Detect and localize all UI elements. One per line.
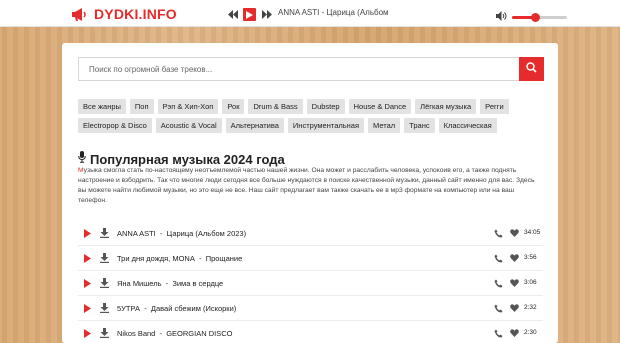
download-icon[interactable] <box>100 278 109 290</box>
track-separator: - <box>159 229 163 238</box>
heart-icon[interactable] <box>510 254 519 264</box>
track-list: ANNA ASTI - Царица (Альбом 2023) 34:05 Три… <box>78 221 543 343</box>
play-icon[interactable] <box>84 229 91 240</box>
logo[interactable]: DYDKI.INFO <box>71 6 177 22</box>
genre-button[interactable]: House & Dance <box>348 99 412 114</box>
megaphone-icon <box>71 7 89 22</box>
heart-icon[interactable] <box>510 279 519 289</box>
track-artist: Яна Мишель <box>117 279 162 288</box>
heart-icon[interactable] <box>510 329 519 339</box>
download-icon[interactable] <box>100 228 109 240</box>
genre-row: Electropop & Disco Acoustic & Vocal Альтер… <box>78 118 538 133</box>
download-icon[interactable] <box>100 303 109 315</box>
page-title: Популярная музыка 2024 года <box>90 151 285 167</box>
player-controls <box>226 8 273 21</box>
now-playing-text: ANNA ASTI - Царица (Альбом <box>278 8 389 17</box>
track-title[interactable]: Nikos Band - GEORGIAN DISCO <box>117 329 232 338</box>
track-artist: 5УТРА <box>117 304 141 313</box>
track-row[interactable]: Яна Мишель - Зима в сердце 3:06 <box>78 271 543 296</box>
track-duration: 2:32 <box>524 304 537 311</box>
volume-control[interactable] <box>496 8 567 26</box>
previous-icon[interactable] <box>226 9 238 20</box>
phone-icon[interactable] <box>494 254 503 265</box>
heart-icon[interactable] <box>510 304 519 314</box>
track-row[interactable]: Nikos Band - GEORGIAN DISCO 2:30 <box>78 321 543 343</box>
search-icon <box>526 60 537 78</box>
track-duration: 3:56 <box>524 254 537 261</box>
track-duration: 3:06 <box>524 279 537 286</box>
track-separator: - <box>165 279 169 288</box>
genre-button[interactable]: Метал <box>368 118 401 133</box>
description-text: Музыка смогла стать по-настоящему неотъе… <box>78 166 543 206</box>
track-duration: 2:30 <box>524 329 537 336</box>
track-row[interactable]: ANNA ASTI - Царица (Альбом 2023) 34:05 <box>78 221 543 246</box>
volume-handle[interactable] <box>531 12 541 22</box>
track-artist: Три дня дождя, MONA <box>117 254 195 263</box>
logo-text: DYDKI.INFO <box>94 6 177 22</box>
track-title[interactable]: 5УТРА - Давай сбежим (Искорки) <box>117 304 236 313</box>
phone-icon[interactable] <box>494 329 503 340</box>
download-icon[interactable] <box>100 253 109 265</box>
phone-icon[interactable] <box>494 304 503 315</box>
genre-button[interactable]: Electropop & Disco <box>78 118 152 133</box>
play-icon[interactable] <box>84 279 91 290</box>
download-icon[interactable] <box>100 328 109 340</box>
genre-button[interactable]: Все жанры <box>78 99 126 114</box>
track-song: GEORGIAN DISCO <box>166 329 233 338</box>
genre-button[interactable]: Инструментальная <box>287 118 365 133</box>
main-panel: Все жанрыПопРэп & Хип-ХопРокDrum & BassD… <box>62 43 558 343</box>
description-body: узыка смогла стать по-настоящему неотъем… <box>78 167 535 204</box>
track-separator: - <box>144 304 147 313</box>
track-duration: 34:05 <box>524 229 541 236</box>
genre-button[interactable]: Рэп & Хип-Хоп <box>157 99 219 114</box>
track-song: Зима в сердце <box>172 279 224 288</box>
track-song: Царица (Альбом 2023) <box>166 229 247 238</box>
genre-button[interactable]: Альтернатива <box>225 118 284 133</box>
search-button[interactable] <box>519 57 544 81</box>
phone-icon[interactable] <box>494 229 503 240</box>
track-song: Давай сбежим (Искорки) <box>150 304 237 313</box>
top-bar: DYDKI.INFO ANNA ASTI - Царица (Альбом <box>0 0 620 27</box>
genre-button[interactable]: Поп <box>129 99 154 114</box>
heart-icon[interactable] <box>510 229 519 239</box>
play-button[interactable] <box>243 8 256 21</box>
genre-button[interactable]: Регги <box>480 99 509 114</box>
track-artist: Nikos Band <box>117 329 156 338</box>
track-artist: ANNA ASTI <box>117 229 156 238</box>
genre-button[interactable]: Drum & Bass <box>248 99 303 114</box>
phone-icon[interactable] <box>494 279 503 290</box>
track-title[interactable]: Яна Мишель - Зима в сердце <box>117 279 223 288</box>
next-icon[interactable] <box>261 9 273 20</box>
genre-row: Все жанры Поп Рэп & Хип-Хоп Рок Drum & Bass D… <box>78 99 538 114</box>
play-icon[interactable] <box>84 304 91 315</box>
track-row[interactable]: Три дня дождя, MONA - Прощание 3:56 <box>78 246 543 271</box>
play-icon[interactable] <box>84 329 91 340</box>
genre-list: Все жанры Поп Рэп & Хип-Хоп Рок Drum & Bass D… <box>78 99 538 137</box>
track-title[interactable]: Три дня дождя, MONA - Прощание <box>117 254 242 263</box>
genre-button[interactable]: Классическая <box>438 118 497 133</box>
track-song: Прощание <box>205 254 243 263</box>
track-row[interactable]: 5УТРА - Давай сбежим (Искорки) 2:32 <box>78 296 543 321</box>
volume-icon[interactable] <box>496 8 507 26</box>
search-input[interactable] <box>78 57 520 81</box>
volume-slider[interactable] <box>512 12 567 22</box>
genre-button[interactable]: Acoustic & Vocal <box>155 118 222 133</box>
genre-button[interactable]: Транс <box>404 118 435 133</box>
track-separator: - <box>159 329 163 338</box>
genre-button[interactable]: Рок <box>222 99 245 114</box>
track-title[interactable]: ANNA ASTI - Царица (Альбом 2023) <box>117 229 246 238</box>
track-separator: - <box>199 254 202 263</box>
genre-button[interactable]: Лёгкая музыка <box>415 99 477 114</box>
play-icon[interactable] <box>84 254 91 265</box>
genre-button[interactable]: Dubstep <box>306 99 345 114</box>
search-bar <box>78 57 544 81</box>
